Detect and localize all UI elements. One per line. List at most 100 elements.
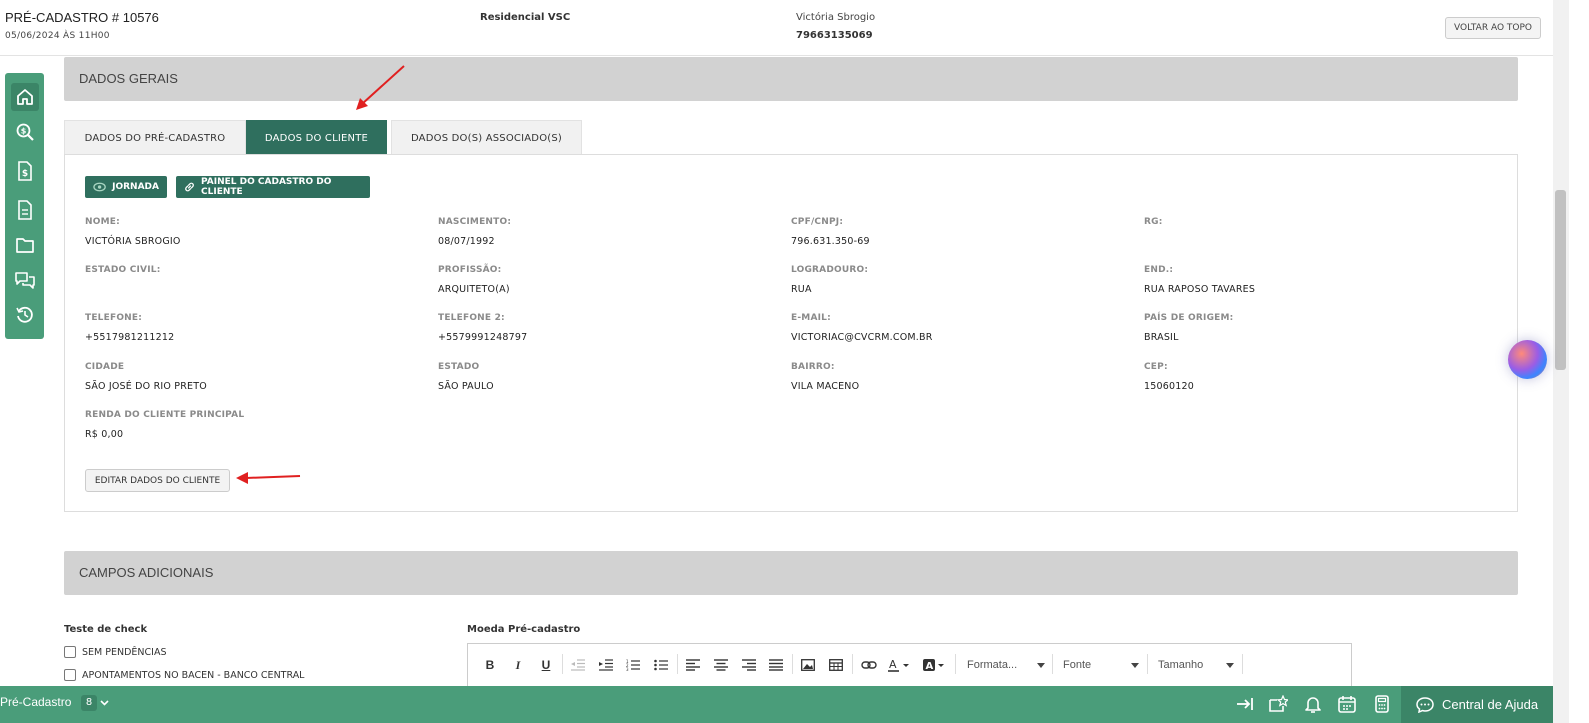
field-email: E-MAIL: VICTORIAC@CVCRM.COM.BR [791, 313, 933, 343]
font-dropdown[interactable]: Fonte [1063, 656, 1139, 674]
italic-button[interactable]: I [510, 656, 526, 674]
painel-cadastro-label: PAINEL DO CADASTRO DO CLIENTE [201, 177, 332, 197]
empreendimento-name: Residencial VSC [480, 12, 571, 23]
field-cidade: CIDADE SÃO JOSÉ DO RIO PRETO [85, 362, 207, 392]
pre-cadastro-label[interactable]: Pré-Cadastro [0, 695, 71, 709]
moeda-heading: Moeda Pré-cadastro [467, 624, 581, 635]
calculator-icon[interactable] [1372, 694, 1392, 714]
outdent-icon[interactable] [570, 656, 586, 674]
help-center-label: Central de Ajuda [1442, 697, 1539, 712]
text-color-icon[interactable]: A [886, 656, 912, 674]
top-header: PRÉ-CADASTRO # 10576 05/06/2024 ÀS 11H00… [0, 0, 1553, 56]
teste-check-heading: Teste de check [64, 624, 148, 635]
table-icon[interactable] [828, 656, 844, 674]
svg-text:$: $ [21, 127, 27, 136]
assistant-orb-icon[interactable] [1508, 340, 1547, 379]
dados-gerais-title: DADOS GERAIS [79, 71, 178, 86]
align-left-icon[interactable] [685, 656, 701, 674]
bottom-bar: Pré-Cadastro 8 Central de Ajuda [0, 686, 1553, 723]
svg-text:3: 3 [626, 667, 629, 671]
bullet-list-icon[interactable] [653, 656, 669, 674]
chevron-down-icon[interactable] [100, 700, 109, 706]
calendar-icon[interactable] [1337, 694, 1357, 714]
field-cpf-cnpj: CPF/CNPJ: 796.631.350-69 [791, 217, 870, 247]
image-icon[interactable] [800, 656, 816, 674]
justify-icon[interactable] [768, 656, 784, 674]
history-icon[interactable] [11, 301, 39, 329]
chat-bubble-icon [1416, 696, 1434, 713]
page-title: PRÉ-CADASTRO # 10576 [5, 10, 159, 25]
field-estado-civil: ESTADO CIVIL: [85, 265, 161, 275]
rich-text-editor-toolbar: B I U 123 A A Formata... Fonte Tamanho [467, 643, 1352, 687]
tab-dados-pre-cadastro[interactable]: DADOS DO PRÉ-CADASTRO [64, 120, 246, 155]
svg-text:A: A [889, 658, 897, 671]
annotation-arrow-tab [356, 65, 405, 110]
chevron-down-icon [1131, 662, 1139, 668]
home-icon[interactable] [11, 83, 39, 111]
back-to-top-button[interactable]: VOLTAR AO TOPO [1445, 17, 1541, 39]
annotation-arrow-edit [236, 472, 301, 484]
field-endereco: END.: RUA RAPOSO TAVARES [1144, 265, 1256, 295]
field-pais-origem: PAÍS DE ORIGEM: BRASIL [1144, 313, 1234, 343]
field-telefone: TELEFONE: +5517981211212 [85, 313, 175, 343]
numbered-list-icon[interactable]: 123 [625, 656, 641, 674]
bell-icon[interactable] [1303, 694, 1323, 714]
indent-icon[interactable] [598, 656, 614, 674]
link-icon [185, 182, 194, 192]
pre-cadastro-count-badge: 8 [81, 695, 97, 711]
field-nascimento: NASCIMENTO: 08/07/1992 [438, 217, 512, 247]
toolbar-separator [562, 654, 563, 674]
chevron-down-icon [1226, 662, 1234, 668]
check-apontamentos-bacen[interactable]: APONTAMENTOS NO BACEN - BANCO CENTRAL [64, 669, 304, 681]
toolbar-separator [1052, 654, 1053, 674]
toolbar-separator [1147, 654, 1148, 674]
sidebar: $ $ [5, 73, 44, 339]
client-phone: 79663135069 [796, 30, 873, 41]
file-dollar-icon[interactable]: $ [11, 157, 39, 185]
folder-icon[interactable] [11, 231, 39, 259]
scrollbar-thumb[interactable] [1555, 190, 1566, 370]
client-name: Victória Sbrogio [796, 12, 876, 23]
field-estado: ESTADO SÃO PAULO [438, 362, 494, 392]
toolbar-separator [955, 654, 956, 674]
campos-adicionais-header: CAMPOS ADICIONAIS [64, 551, 1518, 595]
toolbar-separator [677, 654, 678, 674]
link-icon[interactable] [860, 656, 878, 674]
field-renda: RENDA DO CLIENTE PRINCIPAL R$ 0,00 [85, 410, 245, 440]
format-dropdown[interactable]: Formata... [967, 656, 1045, 674]
toolbar-separator [852, 654, 853, 674]
field-rg: RG: [1144, 217, 1163, 227]
jornada-label: JORNADA [112, 182, 159, 192]
toolbar-separator [1242, 654, 1243, 674]
checkbox[interactable] [64, 646, 76, 658]
teste-check-group: Teste de check SEM PENDÊNCIAS APONTAMENT… [64, 624, 304, 681]
check-sem-pendencias[interactable]: SEM PENDÊNCIAS [64, 646, 304, 658]
eye-icon [93, 182, 106, 192]
size-dropdown[interactable]: Tamanho [1158, 656, 1234, 674]
background-color-icon[interactable]: A [921, 656, 947, 674]
align-center-icon[interactable] [713, 656, 729, 674]
chat-icon[interactable] [11, 266, 39, 294]
field-telefone-2: TELEFONE 2: +5579991248797 [438, 313, 528, 343]
search-dollar-icon[interactable]: $ [11, 118, 39, 146]
jornada-button[interactable]: JORNADA [85, 176, 167, 198]
bold-button[interactable]: B [482, 656, 498, 674]
underline-button[interactable]: U [538, 656, 554, 674]
notes-star-icon[interactable] [1268, 694, 1288, 714]
align-right-icon[interactable] [741, 656, 757, 674]
painel-cadastro-button[interactable]: PAINEL DO CADASTRO DO CLIENTE [176, 176, 370, 198]
field-profissao: PROFISSÃO: ARQUITETO(A) [438, 265, 510, 295]
collapse-right-icon[interactable] [1235, 694, 1255, 714]
field-nome: NOME: VICTÓRIA SBROGIO [85, 217, 181, 247]
edit-client-button[interactable]: EDITAR DADOS DO CLIENTE [85, 469, 230, 492]
tab-dados-associados[interactable]: DADOS DO(S) ASSOCIADO(S) [391, 120, 582, 155]
field-logradouro: LOGRADOURO: RUA [791, 265, 869, 295]
toolbar-separator [792, 654, 793, 674]
field-cep: CEP: 15060120 [1144, 362, 1194, 392]
page-date: 05/06/2024 ÀS 11H00 [5, 31, 110, 41]
document-icon[interactable] [11, 196, 39, 224]
chevron-down-icon [1037, 662, 1045, 668]
help-center-button[interactable]: Central de Ajuda [1401, 686, 1553, 723]
tab-dados-cliente[interactable]: DADOS DO CLIENTE [246, 120, 387, 155]
checkbox[interactable] [64, 669, 76, 681]
